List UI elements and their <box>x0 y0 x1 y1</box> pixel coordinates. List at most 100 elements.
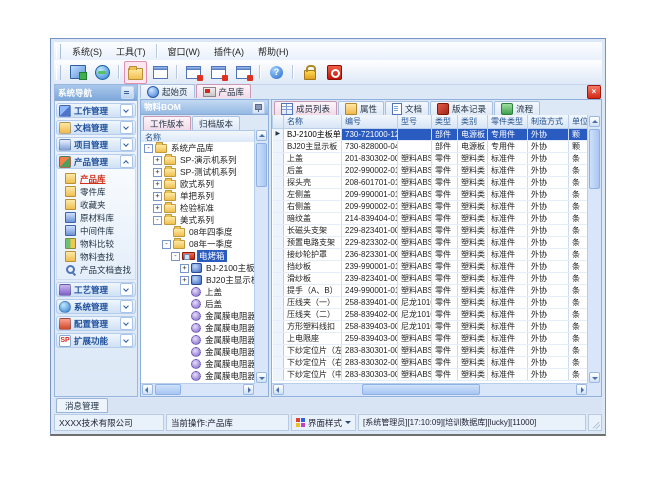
close-tab-button[interactable]: × <box>587 85 601 99</box>
chevron-down-icon[interactable] <box>120 104 133 117</box>
chevron-down-icon[interactable] <box>120 121 133 134</box>
close-window-button[interactable] <box>182 61 205 84</box>
exit-button[interactable] <box>323 61 346 84</box>
tree-horizontal-scrollbar[interactable] <box>141 383 255 396</box>
scroll-up-icon[interactable] <box>256 130 267 141</box>
system-monitor-button[interactable] <box>66 61 89 84</box>
tab-product-library[interactable]: 产品库 <box>196 84 252 98</box>
tree-expander-minus-icon[interactable]: - <box>171 252 180 261</box>
tree-node[interactable]: +单把系列 <box>141 190 255 202</box>
table-row[interactable]: 暗纹盖214-839404-01X塑料ABS零件塑料类标准件外协条 <box>273 212 589 224</box>
tree-expander-plus-icon[interactable]: + <box>153 204 162 213</box>
sidebar-item-material-compare[interactable]: 物料比较 <box>57 237 135 250</box>
column-header[interactable]: 单位 <box>569 115 589 128</box>
table-row[interactable]: 提手（A、B）249-990001-01X塑料ABS零件塑料类标准件外协条 <box>273 284 589 296</box>
menu-item-help[interactable]: 帮助(H) <box>251 43 296 60</box>
tree-node[interactable]: -美式系列 <box>141 214 255 226</box>
tree-expander-minus-icon[interactable]: - <box>153 216 162 225</box>
column-header[interactable]: 类型 <box>432 115 458 128</box>
table-row[interactable]: 压线夹（二）258-839402-00X尼龙1010零件塑料类标准件外协条 <box>273 308 589 320</box>
tab-archived-version[interactable]: 归档版本 <box>192 116 240 130</box>
sidebar-group-system[interactable]: 系统管理 <box>56 299 136 314</box>
tree-expander-minus-icon[interactable]: - <box>144 144 153 153</box>
column-header[interactable]: 制造方式 <box>528 115 569 128</box>
tree-expander-plus-icon[interactable]: + <box>153 192 162 201</box>
tree-expander-plus-icon[interactable]: + <box>180 276 189 285</box>
tree-node[interactable]: 后盖 <box>141 298 255 310</box>
table-row[interactable]: 挡纱板239-990001-01X塑料ABS零件塑料类标准件外协条 <box>273 260 589 272</box>
tree-node[interactable]: -电烤箱 <box>141 250 255 262</box>
chevron-down-icon[interactable] <box>120 334 133 347</box>
sidebar-item-product-library[interactable]: 产品库 <box>57 172 135 185</box>
tab-workflow[interactable]: 流程 <box>494 101 540 115</box>
table-row[interactable]: 下纱定位片（左）283-830301-00X塑料ABS零件塑料类标准件外协条 <box>273 344 589 356</box>
tree-node[interactable]: 08年四季度 <box>141 226 255 238</box>
sidebar-item-raw-material-library[interactable]: 原材料库 <box>57 211 135 224</box>
pin-icon[interactable] <box>252 101 265 114</box>
sidebar-group-config[interactable]: 配置管理 <box>56 316 136 331</box>
tab-documents[interactable]: 文档 <box>385 101 429 115</box>
table-row[interactable]: 探头壳208-601701-01X塑料ABS零件塑料类标准件外协条 <box>273 176 589 188</box>
table-row[interactable]: 方形塑料线扣258-839403-00X尼龙1010零件塑料类标准件外协条 <box>273 320 589 332</box>
tree-expander-plus-icon[interactable]: + <box>153 180 162 189</box>
window-layout-button[interactable] <box>149 61 172 84</box>
resize-grip[interactable] <box>588 414 602 431</box>
chevron-down-icon[interactable] <box>120 300 133 313</box>
grid-vertical-scrollbar[interactable] <box>587 115 601 384</box>
close-all-windows-button[interactable] <box>207 61 230 84</box>
sidebar-group-document[interactable]: 文档管理 <box>56 120 136 135</box>
sidebar-group-product[interactable]: 产品管理 <box>56 154 136 169</box>
table-row[interactable]: 接纱轮护罩236-823301-00X塑料ABS零件塑料类标准件外协条 <box>273 248 589 260</box>
column-header[interactable]: 类别 <box>458 115 488 128</box>
menu-item-tools[interactable]: 工具(T) <box>109 43 153 60</box>
tree-vscroll-thumb[interactable] <box>256 143 267 187</box>
tree-node[interactable]: 上盖 <box>141 286 255 298</box>
tree-node[interactable]: +BJ20主显示板 <box>141 274 255 286</box>
sidebar-group-craft[interactable]: 工艺管理 <box>56 282 136 297</box>
chevron-down-icon[interactable] <box>120 138 133 151</box>
tree-vertical-scrollbar[interactable] <box>254 129 268 384</box>
sidebar-group-extension[interactable]: SP扩展功能 <box>56 333 136 348</box>
tree-node[interactable]: -08年一季度 <box>141 238 255 250</box>
column-header[interactable]: 名称 <box>284 115 342 128</box>
table-row[interactable]: 下纱定位片（中）283-830303-00X塑料ABS零件塑料类标准件外协条 <box>273 368 589 380</box>
tab-member-list[interactable]: 成员列表 <box>274 101 337 115</box>
scroll-up-icon[interactable] <box>589 116 600 127</box>
sidebar-item-product-doc-find[interactable]: 产品文档查找 <box>57 263 135 276</box>
grid-horizontal-scrollbar[interactable] <box>272 383 588 396</box>
message-management-tab[interactable]: 消息管理 <box>56 398 108 413</box>
chevron-up-icon[interactable] <box>120 155 133 168</box>
scroll-right-icon[interactable] <box>243 384 254 395</box>
column-header[interactable]: 型号 <box>398 115 432 128</box>
close-other-windows-button[interactable] <box>232 61 255 84</box>
table-row[interactable]: 后盖202-990002-01X塑料ABS零件塑料类标准件外协条 <box>273 164 589 176</box>
table-row[interactable]: 预置电路支架229-823302-00X塑料ABS零件塑料类标准件外协条 <box>273 236 589 248</box>
table-row[interactable]: 上盖201-830302-00X塑料ABS零件塑料类标准件外协条 <box>273 152 589 164</box>
tree-node[interactable]: -系统产品库 <box>141 142 255 154</box>
tree-hscroll-thumb[interactable] <box>155 384 181 395</box>
table-row[interactable]: 下纱定位片（右）283-830302-00X塑料ABS零件塑料类标准件外协条 <box>273 356 589 368</box>
ui-style-selector[interactable]: 界面样式 <box>291 414 356 431</box>
grid-vscroll-thumb[interactable] <box>589 129 600 189</box>
column-header[interactable]: 编号 <box>342 115 398 128</box>
web-globe-button[interactable] <box>91 61 114 84</box>
tab-start-page[interactable]: 起始页 <box>140 84 195 98</box>
tree-node[interactable]: 金属膜电阻器 <box>141 310 255 322</box>
tree-node[interactable]: 金属膜电阻器 <box>141 334 255 346</box>
menu-item-plugins[interactable]: 插件(A) <box>207 43 251 60</box>
table-row[interactable]: 滑纱板239-823401-00X塑料ABS零件塑料类标准件外协条 <box>273 272 589 284</box>
scroll-down-icon[interactable] <box>256 372 267 383</box>
lock-button[interactable] <box>298 61 321 84</box>
tab-working-version[interactable]: 工作版本 <box>143 116 191 130</box>
sidebar-menu-button[interactable] <box>121 86 134 99</box>
tree-node[interactable]: +SP-测试机系列 <box>141 166 255 178</box>
menu-item-system[interactable]: 系统(S) <box>65 43 109 60</box>
tree-expander-plus-icon[interactable]: + <box>180 264 189 273</box>
tree-expander-plus-icon[interactable]: + <box>153 168 162 177</box>
scroll-left-icon[interactable] <box>273 384 284 395</box>
tree-expander-minus-icon[interactable]: - <box>162 240 171 249</box>
chevron-down-icon[interactable] <box>120 283 133 296</box>
table-row[interactable]: 压线夹（一）258-839401-00X尼龙1010零件塑料类标准件外协条 <box>273 296 589 308</box>
tree-expander-plus-icon[interactable]: + <box>153 156 162 165</box>
grid-hscroll-thumb[interactable] <box>362 384 480 395</box>
